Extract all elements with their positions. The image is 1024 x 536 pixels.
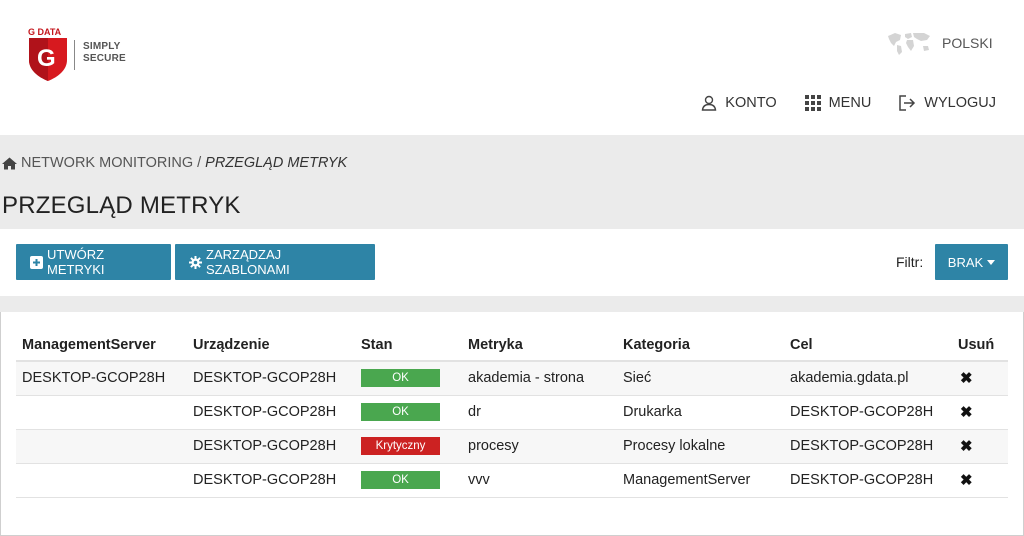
gdata-shield-icon: G DATA G (28, 27, 67, 81)
cell-target: DESKTOP-GCOP28H (784, 395, 952, 430)
table-row[interactable]: DESKTOP-GCOP28H DESKTOP-GCOP28H OK akade… (16, 361, 1008, 396)
cell-category: Drukarka (617, 395, 784, 430)
metrics-table: ManagementServer Urządzenie Stan Metryka… (16, 330, 1008, 498)
table-header-row: ManagementServer Urządzenie Stan Metryka… (16, 330, 1008, 362)
breadcrumb: NETWORK MONITORING / PRZEGLĄD METRYK (2, 155, 347, 171)
header: G DATA G SIMPLY SECURE POLSKI KONTO MENU… (0, 0, 1024, 135)
nav-account[interactable]: KONTO (701, 95, 777, 111)
nav-account-label: KONTO (725, 95, 777, 111)
cell-metric: akademia - strona (462, 361, 617, 396)
delete-icon[interactable]: ✖ (958, 438, 973, 455)
table-row[interactable]: DESKTOP-GCOP28H Krytyczny procesy Proces… (16, 429, 1008, 464)
cell-status: Krytyczny (355, 429, 462, 464)
table-row[interactable]: DESKTOP-GCOP28H OK dr Drukarka DESKTOP-G… (16, 395, 1008, 430)
cell-device: DESKTOP-GCOP28H (187, 361, 355, 396)
cell-server (16, 429, 187, 464)
cell-target: akademia.gdata.pl (784, 361, 952, 396)
cell-category: ManagementServer (617, 463, 784, 498)
status-badge: OK (361, 471, 440, 489)
logo-divider (74, 40, 75, 70)
top-nav: KONTO MENU WYLOGUJ (701, 95, 996, 111)
status-badge: OK (361, 403, 440, 421)
svg-text:G: G (37, 45, 56, 72)
gear-icon (189, 255, 202, 269)
col-header-status[interactable]: Stan (355, 330, 462, 362)
cell-server (16, 395, 187, 430)
create-metrics-label: UTWÓRZ METRYKI (47, 247, 105, 277)
tagline-line2: SECURE (83, 53, 126, 64)
breadcrumb-current: PRZEGLĄD METRYK (205, 155, 348, 171)
nav-menu[interactable]: MENU (804, 95, 872, 111)
svg-text:G DATA: G DATA (28, 27, 62, 37)
col-header-target[interactable]: Cel (784, 330, 952, 362)
delete-icon[interactable]: ✖ (958, 472, 973, 489)
create-metrics-button[interactable]: UTWÓRZ METRYKI (16, 244, 171, 280)
col-header-category[interactable]: Kategoria (617, 330, 784, 362)
filter-value: BRAK (947, 254, 984, 270)
nav-logout-label: WYLOGUJ (924, 95, 996, 111)
filter-label: Filtr: (896, 254, 924, 270)
cell-delete: ✖ (952, 429, 1008, 464)
delete-icon[interactable]: ✖ (958, 370, 973, 387)
cell-status: OK (355, 463, 462, 498)
toolbar: UTWÓRZ METRYKI ZARZĄDZAJ SZABLONAMI Filt… (0, 229, 1024, 296)
table-row[interactable]: DESKTOP-GCOP28H OK vvv ManagementServer … (16, 463, 1008, 498)
caret-down-icon (987, 259, 996, 265)
grid-icon (804, 95, 821, 111)
cell-delete: ✖ (952, 395, 1008, 430)
cell-target: DESKTOP-GCOP28H (784, 429, 952, 464)
cell-status: OK (355, 395, 462, 430)
separator-band (0, 296, 1024, 312)
col-header-server[interactable]: ManagementServer (16, 330, 187, 362)
filter-dropdown[interactable]: BRAK (935, 244, 1008, 280)
logout-icon (899, 95, 916, 111)
manage-templates-label: ZARZĄDZAJ SZABLONAMI (206, 247, 290, 277)
col-header-delete: Usuń (952, 330, 1008, 362)
col-header-device[interactable]: Urządzenie (187, 330, 355, 362)
cell-target: DESKTOP-GCOP28H (784, 463, 952, 498)
home-icon[interactable] (2, 157, 17, 170)
cell-server: DESKTOP-GCOP28H (16, 361, 187, 396)
nav-logout[interactable]: WYLOGUJ (899, 95, 996, 111)
metrics-table-area: ManagementServer Urządzenie Stan Metryka… (16, 330, 1008, 498)
plus-square-icon (30, 255, 43, 269)
world-map-icon (888, 33, 930, 55)
breadcrumb-separator: / (197, 155, 202, 171)
cell-metric: dr (462, 395, 617, 430)
logo-tagline: SIMPLY SECURE (83, 41, 126, 65)
cell-server (16, 463, 187, 498)
cell-category: Procesy lokalne (617, 429, 784, 464)
cell-delete: ✖ (952, 361, 1008, 396)
status-badge: Krytyczny (361, 437, 440, 455)
tagline-line1: SIMPLY (83, 41, 121, 52)
cell-device: DESKTOP-GCOP28H (187, 463, 355, 498)
status-badge: OK (361, 369, 440, 388)
page-title: PRZEGLĄD METRYK (2, 192, 241, 219)
cell-metric: vvv (462, 463, 617, 498)
manage-templates-button[interactable]: ZARZĄDZAJ SZABLONAMI (175, 244, 375, 280)
nav-menu-label: MENU (828, 95, 872, 111)
cell-device: DESKTOP-GCOP28H (187, 429, 355, 464)
col-header-metric[interactable]: Metryka (462, 330, 617, 362)
cell-device: DESKTOP-GCOP28H (187, 395, 355, 430)
cell-category: Sieć (617, 361, 784, 396)
cell-metric: procesy (462, 429, 617, 464)
gdata-logo[interactable]: G DATA G SIMPLY SECURE (26, 26, 126, 84)
user-icon (702, 95, 717, 111)
cell-status: OK (355, 361, 462, 396)
breadcrumb-root[interactable]: NETWORK MONITORING (21, 155, 193, 171)
language-selector[interactable]: POLSKI (886, 30, 993, 56)
language-label: POLSKI (942, 35, 993, 51)
delete-icon[interactable]: ✖ (958, 404, 973, 421)
cell-delete: ✖ (952, 463, 1008, 498)
